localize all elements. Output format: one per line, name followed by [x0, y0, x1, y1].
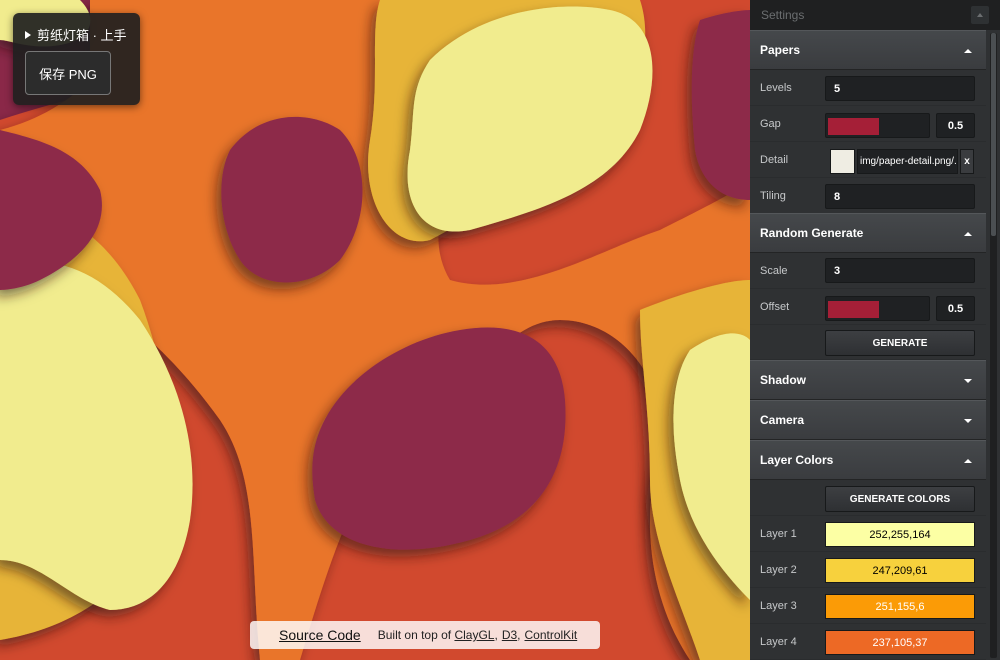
source-code-link[interactable]: Source Code: [279, 627, 361, 643]
settings-title: Settings: [761, 8, 805, 22]
generate-colors-row: GENERATE COLORS: [750, 480, 986, 516]
detail-image-preview[interactable]: [830, 149, 855, 174]
link-separator: ,: [494, 628, 498, 642]
controlkit-link[interactable]: ControlKit: [525, 628, 578, 642]
built-on-text: Built on top of: [377, 628, 452, 642]
link-separator: ,: [517, 628, 521, 642]
quickstart-toggle[interactable]: 剪纸灯箱 · 上手: [25, 25, 127, 44]
section-title: Shadow: [760, 373, 807, 387]
scale-label: Scale: [760, 265, 788, 277]
generate-row: GENERATE: [750, 325, 986, 360]
detail-label: Detail: [760, 154, 789, 166]
layer-color-row: Layer 2 247,209,61: [750, 552, 986, 588]
collapse-arrow-icon: [964, 459, 972, 463]
generate-colors-button[interactable]: GENERATE COLORS: [825, 486, 975, 512]
generate-button[interactable]: GENERATE: [825, 330, 975, 356]
expand-triangle-icon: [25, 30, 31, 39]
collapse-arrow-icon: [977, 13, 983, 17]
quickstart-panel: 剪纸灯箱 · 上手 保存 PNG: [13, 13, 140, 105]
collapse-arrow-icon: [964, 232, 972, 236]
section-random-header[interactable]: Random Generate: [750, 213, 986, 253]
section-camera-header[interactable]: Camera: [750, 400, 986, 440]
layer-color-input[interactable]: 252,255,164: [825, 522, 975, 547]
gap-value-input[interactable]: 0.5: [936, 113, 975, 138]
gap-row: Gap 0.5: [750, 106, 986, 142]
layer-color-row: Layer 3 251,155,6: [750, 588, 986, 624]
scale-row: Scale 3: [750, 253, 986, 289]
levels-label: Levels: [760, 82, 792, 94]
settings-header: Settings: [750, 0, 1000, 30]
gap-label: Gap: [760, 118, 781, 130]
tiling-row: Tiling 8: [750, 178, 986, 214]
expand-arrow-icon: [964, 379, 972, 383]
layer-color-row: Layer 1 252,255,164: [750, 516, 986, 552]
section-title: Camera: [760, 413, 805, 427]
save-png-button[interactable]: 保存 PNG: [25, 51, 111, 95]
detail-row: Detail img/paper-detail.png/... x: [750, 142, 986, 178]
collapse-arrow-icon: [964, 49, 972, 53]
layer-label: Layer 1: [760, 528, 797, 540]
section-title: Random Generate: [760, 226, 864, 240]
layer-label: Layer 4: [760, 636, 797, 648]
layer-label: Layer 2: [760, 564, 797, 576]
credits-bar: Source Code Built on top of ClayGL, D3, …: [250, 621, 600, 649]
section-title: Papers: [760, 43, 801, 57]
scale-input[interactable]: 3: [825, 258, 975, 283]
tiling-input[interactable]: 8: [825, 184, 975, 209]
gap-slider-fill: [828, 118, 879, 135]
quickstart-title: 剪纸灯箱 · 上手: [37, 28, 127, 43]
offset-label: Offset: [760, 301, 790, 313]
section-title: Layer Colors: [760, 453, 834, 467]
claygl-link[interactable]: ClayGL: [454, 628, 494, 642]
section-papers-header[interactable]: Papers: [750, 30, 986, 70]
layer-color-input[interactable]: 247,209,61: [825, 558, 975, 583]
detail-image-path[interactable]: img/paper-detail.png/...: [857, 149, 958, 174]
gap-slider[interactable]: [825, 113, 930, 138]
layer-color-input[interactable]: 237,105,37: [825, 630, 975, 655]
section-layer-colors-header[interactable]: Layer Colors: [750, 440, 986, 480]
offset-slider[interactable]: [825, 296, 930, 321]
levels-row: Levels 5: [750, 70, 986, 106]
layer-color-row: Layer 4 237,105,37: [750, 624, 986, 660]
levels-input[interactable]: 5: [825, 76, 975, 101]
layer-label: Layer 3: [760, 600, 797, 612]
detail-clear-button[interactable]: x: [960, 149, 974, 174]
offset-slider-fill: [828, 301, 879, 318]
offset-value-input[interactable]: 0.5: [936, 296, 975, 321]
scrollbar-thumb[interactable]: [991, 33, 996, 236]
scrollbar-track[interactable]: [990, 33, 997, 658]
collapse-panel-button[interactable]: [971, 6, 989, 24]
d3-link[interactable]: D3: [502, 628, 517, 642]
section-shadow-header[interactable]: Shadow: [750, 360, 986, 400]
offset-row: Offset 0.5: [750, 289, 986, 325]
tiling-label: Tiling: [760, 190, 786, 202]
layer-color-input[interactable]: 251,155,6: [825, 594, 975, 619]
expand-arrow-icon: [964, 419, 972, 423]
settings-panel: Settings Papers Levels 5 Gap 0.5 Detail …: [750, 0, 1000, 660]
